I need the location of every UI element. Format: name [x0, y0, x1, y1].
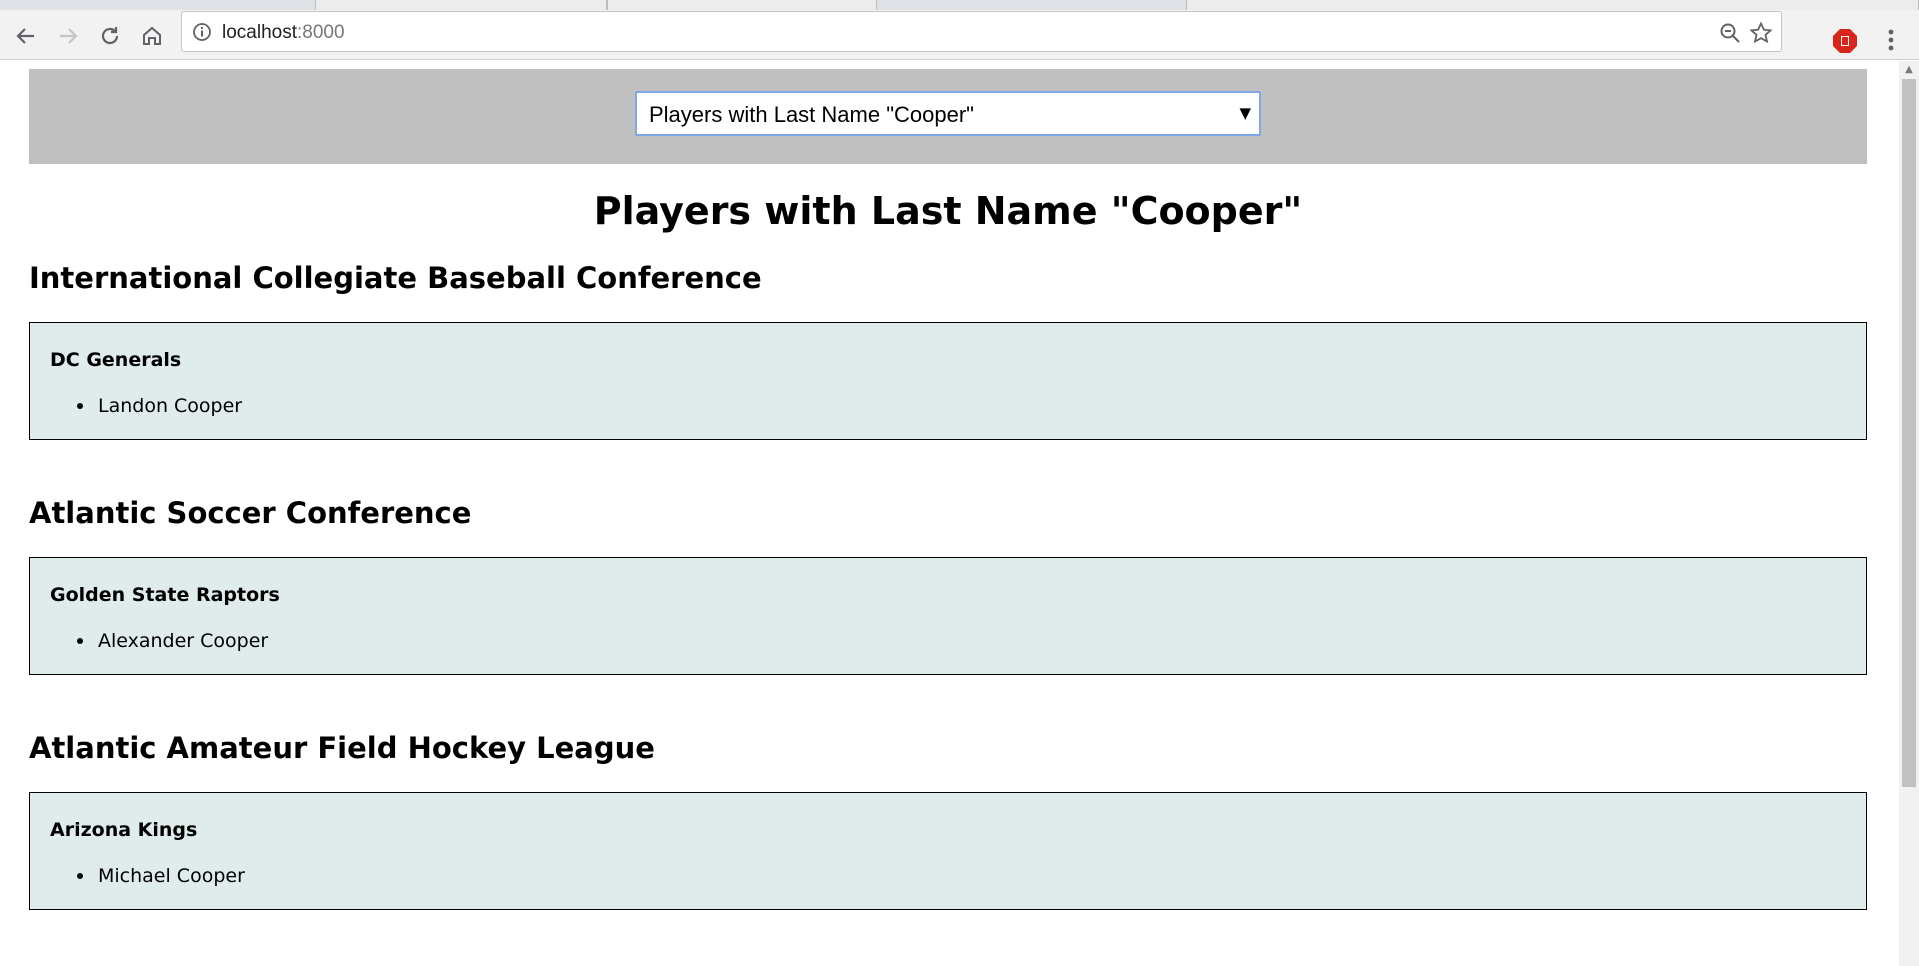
- forward-icon: [60, 28, 78, 44]
- reload-icon: [101, 27, 119, 45]
- reload-button[interactable]: [96, 22, 124, 50]
- zoom-icon[interactable]: [1719, 22, 1741, 48]
- player-name: Landon Cooper: [98, 395, 243, 417]
- page-title: Players with Last Name "Cooper": [593, 189, 1303, 233]
- list-item: Michael Cooper: [50, 863, 245, 889]
- scroll-up-icon[interactable]: ▲: [1899, 63, 1919, 77]
- player-list: Michael Cooper: [50, 863, 245, 889]
- browser-toolbar: localhost:8000: [0, 10, 1919, 60]
- url-host: localhost: [222, 22, 297, 43]
- extension-icon[interactable]: [1831, 27, 1859, 59]
- team-card: Golden State Raptors Alexander Cooper: [29, 557, 1867, 675]
- league-title: Atlantic Amateur Field Hockey League: [29, 731, 655, 765]
- filter-select-value: Players with Last Name "Cooper": [649, 102, 974, 127]
- tab-strip: [0, 0, 1919, 10]
- list-item: Landon Cooper: [50, 393, 242, 419]
- league-title: International Collegiate Baseball Confer…: [29, 261, 762, 295]
- bullet-icon: [77, 873, 83, 879]
- filter-select[interactable]: Players with Last Name "Cooper" ▼: [635, 91, 1261, 136]
- bullet-icon: [77, 638, 83, 644]
- list-item: Alexander Cooper: [50, 628, 268, 654]
- forward-button[interactable]: [54, 22, 82, 50]
- player-list: Alexander Cooper: [50, 628, 268, 654]
- browser-tab[interactable]: [1186, 0, 1919, 10]
- bullet-icon: [77, 403, 83, 409]
- filter-bar: Players with Last Name "Cooper" ▼: [29, 69, 1867, 164]
- league-title: Atlantic Soccer Conference: [29, 496, 472, 530]
- team-name: Arizona Kings: [50, 819, 198, 841]
- info-icon[interactable]: [192, 22, 212, 46]
- home-button[interactable]: [138, 22, 166, 50]
- browser-tab[interactable]: [607, 0, 877, 10]
- url-text: localhost:8000: [222, 22, 345, 44]
- browser-tab[interactable]: [315, 0, 607, 10]
- menu-icon[interactable]: [1885, 27, 1897, 57]
- back-icon: [16, 28, 34, 44]
- scrollbar[interactable]: ▲: [1899, 61, 1919, 966]
- url-port: :8000: [297, 22, 345, 43]
- player-name: Alexander Cooper: [98, 630, 269, 652]
- page-content: Players with Last Name "Cooper" ▼ Player…: [0, 61, 1899, 966]
- home-icon: [143, 26, 161, 45]
- team-name: DC Generals: [50, 349, 182, 371]
- player-list: Landon Cooper: [50, 393, 242, 419]
- back-button[interactable]: [12, 22, 40, 50]
- team-card: DC Generals Landon Cooper: [29, 322, 1867, 440]
- team-card: Arizona Kings Michael Cooper: [29, 792, 1867, 910]
- player-name: Michael Cooper: [98, 865, 245, 887]
- address-bar[interactable]: localhost:8000: [181, 11, 1782, 52]
- scrollbar-thumb[interactable]: [1902, 79, 1916, 787]
- star-icon[interactable]: [1749, 21, 1773, 49]
- team-name: Golden State Raptors: [50, 584, 280, 606]
- chevron-down-icon: ▼: [1239, 104, 1251, 122]
